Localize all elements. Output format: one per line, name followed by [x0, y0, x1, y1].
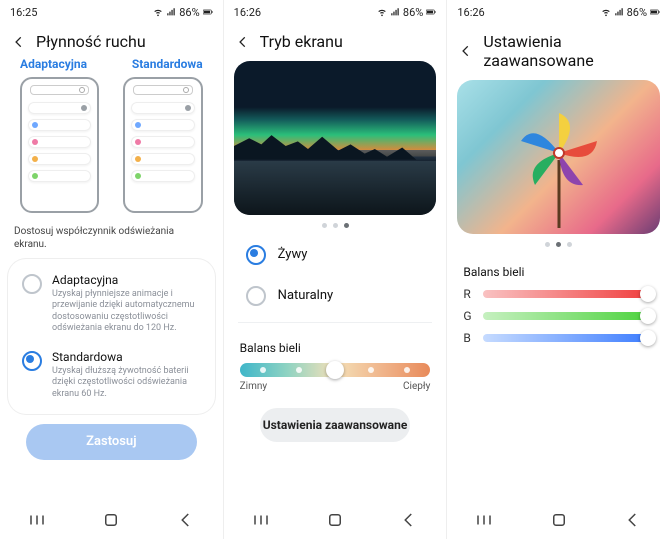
slider-thumb-icon[interactable] [640, 330, 656, 346]
pager-dot[interactable] [556, 242, 561, 247]
battery-text: 86% [179, 6, 199, 19]
radio-unchecked-icon [22, 274, 42, 294]
nav-bar [447, 501, 670, 539]
screen-advanced-settings: 16:26 86% Ustawienia zaawansowane [447, 0, 670, 539]
page-title: Ustawienia zaawansowane [483, 32, 658, 70]
slider-thumb-icon[interactable] [640, 286, 656, 302]
tab-standard[interactable]: Standardowa [132, 57, 203, 71]
pager [447, 240, 670, 253]
signal-icon [166, 7, 176, 17]
back-nav-icon[interactable] [624, 511, 642, 529]
slider-b[interactable]: B [463, 331, 654, 345]
pager-dot[interactable] [567, 242, 572, 247]
page-title: Płynność ruchu [36, 32, 146, 51]
wb-title: Balans bieli [240, 341, 431, 355]
preview-standard [123, 77, 202, 213]
nav-bar [224, 501, 447, 539]
options-card: Adaptacyjna Uzyskaj płynniejsze animacje… [8, 259, 215, 414]
radio-unchecked-icon [246, 286, 266, 306]
back-nav-icon[interactable] [400, 511, 418, 529]
recents-icon[interactable] [252, 511, 270, 529]
pager-dot[interactable] [545, 242, 550, 247]
tab-adaptive[interactable]: Adaptacyjna [20, 57, 87, 71]
wb-cold-label: Zimny [240, 381, 267, 392]
clock: 16:26 [457, 6, 484, 19]
signal-icon [390, 7, 400, 17]
header: Płynność ruchu [0, 22, 223, 57]
battery-text: 86% [403, 6, 423, 19]
slider-g[interactable]: G [463, 309, 654, 323]
mode-options: Żywy Naturalny [234, 234, 437, 316]
battery-icon [426, 7, 436, 17]
caption: Dostosuj współczynnik odświeżania ekranu… [0, 223, 223, 259]
status-bar: 16:26 86% [224, 0, 447, 22]
home-icon[interactable] [326, 511, 344, 529]
wifi-icon [601, 7, 611, 17]
back-icon[interactable] [459, 44, 473, 58]
battery-text: 86% [627, 6, 647, 19]
option-natural[interactable]: Naturalny [234, 275, 437, 316]
advanced-button[interactable]: Ustawienia zaawansowane [260, 408, 410, 442]
option-vivid[interactable]: Żywy [234, 234, 437, 275]
option-adaptive[interactable]: Adaptacyjna Uzyskaj płynniejsze animacje… [8, 265, 215, 342]
option-standard[interactable]: Standardowa Uzyskaj dłuższą żywotność ba… [8, 342, 215, 408]
wifi-icon [377, 7, 387, 17]
refresh-preview [0, 71, 223, 223]
status-bar: 16:25 86% [0, 0, 223, 22]
wb-title: Balans bieli [463, 265, 654, 279]
battery-icon [203, 7, 213, 17]
back-nav-icon[interactable] [177, 511, 195, 529]
header: Ustawienia zaawansowane [447, 22, 670, 76]
slider-thumb-icon[interactable] [640, 308, 656, 324]
recents-icon[interactable] [28, 511, 46, 529]
apply-button[interactable]: Zastosuj [26, 424, 197, 460]
white-balance-slider[interactable] [240, 363, 431, 377]
back-icon[interactable] [12, 35, 26, 49]
pager [224, 221, 447, 234]
recents-icon[interactable] [475, 511, 493, 529]
pager-dot[interactable] [333, 223, 338, 228]
clock: 16:26 [234, 6, 261, 19]
preview-adaptive [20, 77, 99, 213]
preview-image[interactable] [457, 80, 660, 234]
home-icon[interactable] [550, 511, 568, 529]
radio-checked-icon [246, 245, 266, 265]
wifi-icon [153, 7, 163, 17]
radio-checked-icon [22, 351, 42, 371]
pinwheel-icon [504, 98, 614, 228]
battery-icon [650, 7, 660, 17]
wb-warm-label: Ciepły [403, 381, 430, 392]
screen-motion-smoothness: 16:25 86% Płynność ruchu Adaptacyjna Sta… [0, 0, 224, 539]
divider [238, 322, 433, 323]
pager-dot[interactable] [344, 223, 349, 228]
signal-icon [614, 7, 624, 17]
slider-r[interactable]: R [463, 287, 654, 301]
header: Tryb ekranu [224, 22, 447, 57]
preview-image[interactable] [234, 61, 437, 215]
home-icon[interactable] [102, 511, 120, 529]
screen-screen-mode: 16:26 86% Tryb ekranu [224, 0, 448, 539]
page-title: Tryb ekranu [260, 32, 343, 51]
slider-thumb-icon[interactable] [326, 361, 344, 379]
nav-bar [0, 501, 223, 539]
clock: 16:25 [10, 6, 37, 19]
back-icon[interactable] [236, 35, 250, 49]
pager-dot[interactable] [322, 223, 327, 228]
status-bar: 16:26 86% [447, 0, 670, 22]
